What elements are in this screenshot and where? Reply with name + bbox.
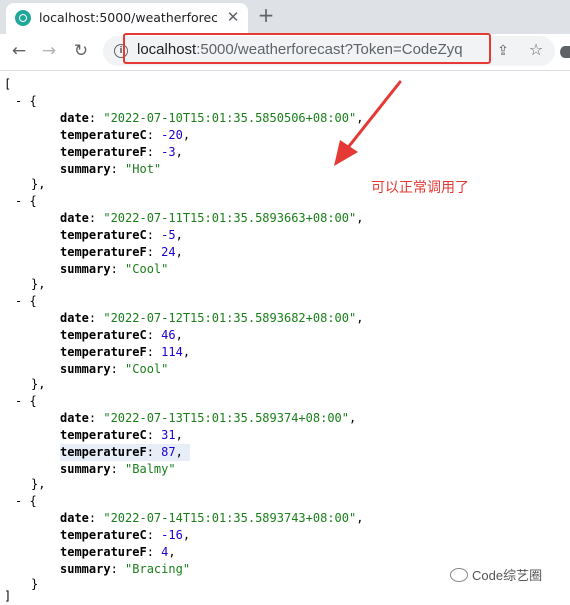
bookmark-star-icon[interactable]: ☆: [526, 40, 546, 60]
tab-strip: localhost:5000/weatherforecast ✕ +: [0, 0, 570, 34]
tab-title: localhost:5000/weatherforecast: [39, 10, 217, 25]
close-brace: },: [31, 377, 46, 391]
url-highlight-box: [123, 33, 491, 64]
json-property-temperatureC: temperatureC: 46,: [60, 328, 183, 342]
json-property-temperatureF: temperatureF: -3,: [60, 145, 183, 159]
browser-tab[interactable]: localhost:5000/weatherforecast ✕: [6, 3, 248, 34]
json-property-summary: summary: "Bracing": [60, 562, 191, 576]
json-property-date: date: "2022-07-14T15:01:35.5893743+08:00…: [60, 511, 364, 525]
json-property-date: date: "2022-07-13T15:01:35.589374+08:00"…: [60, 411, 357, 425]
json-property-temperatureC: temperatureC: -16,: [60, 528, 191, 542]
wechat-icon: [450, 568, 468, 582]
json-property-temperatureF: temperatureF: 87,: [60, 444, 190, 461]
json-property-summary: summary: "Balmy": [60, 462, 176, 476]
profile-icon[interactable]: [560, 46, 570, 58]
new-tab-button[interactable]: +: [255, 4, 277, 26]
collapse-toggle[interactable]: - {: [15, 193, 45, 210]
json-property-temperatureC: temperatureC: 31,: [60, 428, 183, 442]
collapse-toggle[interactable]: - {: [15, 493, 45, 510]
json-property-temperatureF: temperatureF: 24,: [60, 245, 183, 259]
collapse-toggle[interactable]: - {: [15, 293, 45, 310]
close-brace: },: [31, 177, 46, 191]
json-property-temperatureF: temperatureF: 114,: [60, 345, 191, 359]
back-arrow-icon[interactable]: ←: [6, 38, 32, 64]
json-property-temperatureF: temperatureF: 4,: [60, 545, 176, 559]
open-bracket: [: [4, 77, 12, 91]
annotation-arrow-icon: [334, 80, 402, 166]
json-property-summary: summary: "Cool": [60, 262, 169, 276]
json-property-temperatureC: temperatureC: -20,: [60, 128, 191, 142]
json-property-summary: summary: "Hot": [60, 162, 162, 176]
reload-icon[interactable]: ↻: [68, 38, 94, 64]
close-brace: },: [31, 277, 46, 291]
close-brace: }: [31, 577, 39, 591]
forward-arrow-icon[interactable]: →: [36, 38, 62, 64]
collapse-toggle[interactable]: - {: [15, 93, 45, 110]
share-icon[interactable]: ⇪: [494, 41, 512, 61]
watermark-text: Code综艺圈: [472, 568, 543, 583]
close-brace: },: [31, 477, 46, 491]
json-property-date: date: "2022-07-12T15:01:35.5893682+08:00…: [60, 311, 364, 325]
json-property-date: date: "2022-07-10T15:01:35.5850506+08:00…: [60, 111, 364, 125]
watermark: Code综艺圈: [450, 565, 542, 584]
json-property-temperatureC: temperatureC: -5,: [60, 228, 183, 242]
json-viewer: [ - { date: "2022-07-10T15:01:35.5850506…: [0, 71, 570, 603]
close-icon[interactable]: ✕: [224, 7, 242, 27]
collapse-toggle[interactable]: - {: [15, 393, 45, 410]
close-bracket: ]: [4, 589, 12, 603]
favicon-icon: [15, 10, 31, 26]
json-property-date: date: "2022-07-11T15:01:35.5893663+08:00…: [60, 211, 364, 225]
json-property-summary: summary: "Cool": [60, 362, 169, 376]
annotation-text: 可以正常调用了: [371, 179, 469, 195]
